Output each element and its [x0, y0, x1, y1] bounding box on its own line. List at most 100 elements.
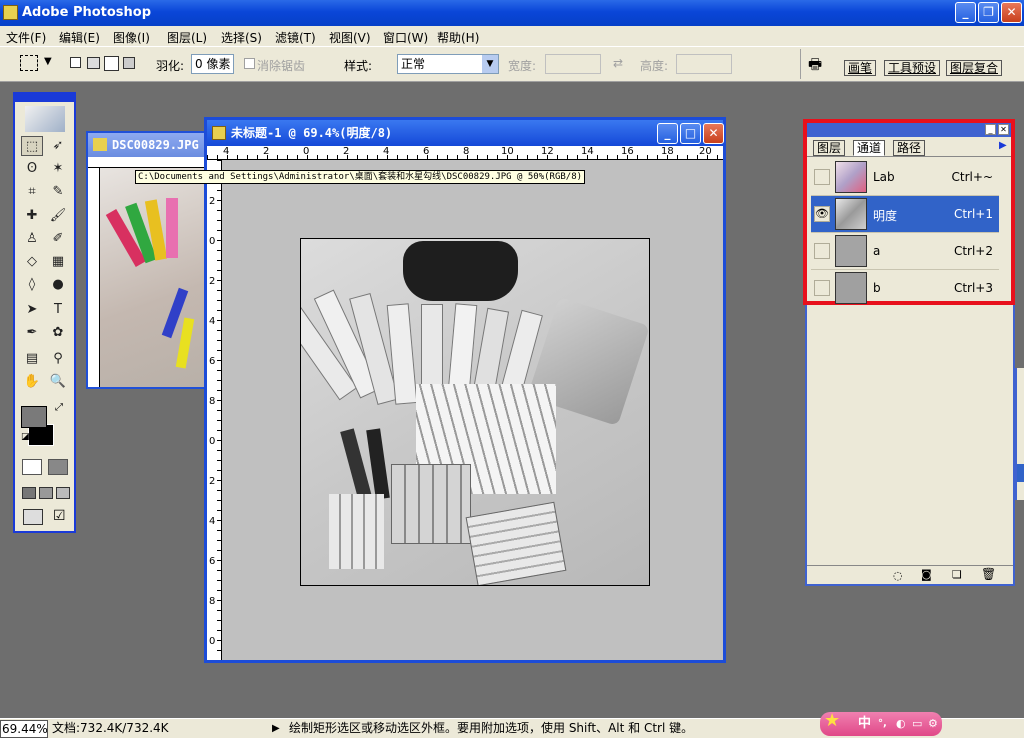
document-front-title[interactable]: 未标题-1 @ 69.4%(明度/8)	[207, 120, 723, 146]
photo-canvas-back[interactable]	[100, 168, 206, 387]
move-tool-icon[interactable]: ➶	[47, 136, 69, 156]
channel-row-lab[interactable]: Lab Ctrl+~	[811, 159, 999, 196]
feather-logo-icon[interactable]	[25, 106, 65, 132]
zoom-field[interactable]: 69.44%	[0, 720, 48, 738]
trash-icon[interactable]: 🗑	[981, 567, 996, 581]
notes-tool-icon[interactable]: ▤	[21, 349, 43, 369]
clone-stamp-tool-icon[interactable]: ♙	[21, 229, 43, 249]
channel-row-a[interactable]: a Ctrl+2	[811, 233, 999, 270]
palette-tab-brushes[interactable]: 画笔	[844, 60, 877, 76]
palette-tab-layer-comps[interactable]: 图层复合	[946, 60, 1003, 76]
marquee-tool-icon[interactable]: ⬚	[21, 136, 43, 156]
menu-image[interactable]: 图像(I)	[113, 29, 150, 46]
eye-icon[interactable]: 👁	[814, 206, 830, 222]
menu-edit[interactable]: 编辑(E)	[59, 29, 100, 46]
restore-button[interactable]: ❐	[978, 2, 999, 23]
zoom-tool-icon[interactable]: 🔍	[47, 372, 69, 392]
panel-menu-arrow-icon[interactable]: ▶	[999, 140, 1007, 151]
ime-toolbar[interactable]: ★ 中 °, ◐ ▭ ⚙	[820, 710, 942, 736]
quickmask-mode-icon[interactable]	[48, 459, 68, 475]
ime-punct-icon[interactable]: °,	[878, 712, 887, 736]
menu-select[interactable]: 选择(S)	[221, 29, 262, 46]
pen-tool-icon[interactable]: ✒	[21, 323, 43, 343]
tab-layers[interactable]: 图层	[813, 140, 846, 156]
printer-icon[interactable]: 🖶	[808, 54, 822, 79]
gradient-tool-icon[interactable]: ▦	[47, 252, 69, 272]
type-tool-icon[interactable]: T	[47, 300, 69, 320]
hand-tool-icon[interactable]: ✋	[21, 372, 43, 392]
lasso-tool-icon[interactable]: ʘ	[21, 159, 43, 179]
slice-tool-icon[interactable]: ✎	[47, 182, 69, 202]
new-channel-icon[interactable]: ❏	[952, 568, 962, 581]
menu-help[interactable]: 帮助(H)	[437, 29, 479, 46]
style-select[interactable]: 正常 ▼	[397, 54, 499, 74]
eyedropper-tool-icon[interactable]: ⚲	[47, 349, 69, 369]
doc-close-button[interactable]: ✕	[703, 123, 724, 144]
doc-maximize-button[interactable]: □	[680, 123, 701, 144]
brush-tool-icon[interactable]: 🖌	[47, 206, 69, 226]
ime-settings-icon[interactable]: ⚙	[928, 712, 938, 736]
load-selection-icon[interactable]: ◌	[893, 569, 903, 582]
photo-canvas-grayscale[interactable]	[300, 238, 650, 586]
save-selection-icon[interactable]: ◙	[921, 568, 932, 581]
width-input[interactable]	[545, 54, 601, 74]
tool-preset-arrow-icon[interactable]: ▼	[44, 56, 52, 67]
chevron-down-icon[interactable]: ▼	[482, 55, 498, 73]
default-colors-icon[interactable]: ◪	[21, 432, 30, 442]
antialias-checkbox[interactable]	[244, 58, 255, 69]
history-brush-tool-icon[interactable]: ✐	[47, 229, 69, 249]
healing-brush-tool-icon[interactable]: ✚	[21, 206, 43, 226]
visibility-toggle[interactable]	[814, 280, 830, 296]
toolbox-header[interactable]	[15, 94, 74, 102]
ruler-horizontal[interactable]: 4 2 0 2 4 6 8 10 12 14 16 18 20	[207, 146, 723, 160]
screen-mode-full-icon[interactable]	[56, 487, 70, 499]
screen-mode-full-menu-icon[interactable]	[39, 487, 53, 499]
panel-close-button[interactable]: ✕	[998, 124, 1009, 135]
tab-channels[interactable]: 通道	[853, 140, 886, 156]
path-selection-tool-icon[interactable]: ➤	[21, 300, 43, 320]
menu-view[interactable]: 视图(V)	[329, 29, 371, 46]
ime-mode-label[interactable]: 中	[858, 712, 871, 736]
status-arrow-icon[interactable]: ▶	[272, 719, 280, 738]
palette-tab-tool-presets[interactable]: 工具预设	[884, 60, 941, 76]
menu-file[interactable]: 文件(F)	[6, 29, 46, 46]
rect-marquee-icon[interactable]	[20, 55, 38, 71]
document-window-front[interactable]: 未标题-1 @ 69.4%(明度/8) _ □ ✕ 4 2 0 2 4 6 8 …	[204, 117, 726, 663]
menu-filter[interactable]: 滤镜(T)	[275, 29, 316, 46]
ruler-vertical[interactable]: 2 0 2 4 6 8 0 2 4 6 8 0	[207, 160, 222, 660]
standard-mode-icon[interactable]	[22, 459, 42, 475]
blur-tool-icon[interactable]: ◊	[21, 275, 43, 295]
magic-wand-tool-icon[interactable]: ✶	[47, 159, 69, 179]
jump-to-imageready-icon[interactable]	[23, 509, 43, 525]
offscreen-palette[interactable]	[1015, 368, 1024, 500]
swap-icon[interactable]: ⇄	[613, 56, 623, 70]
eraser-tool-icon[interactable]: ◇	[21, 252, 43, 272]
visibility-toggle[interactable]	[814, 243, 830, 259]
doc-minimize-button[interactable]: _	[657, 123, 678, 144]
channel-row-b[interactable]: b Ctrl+3	[811, 270, 999, 307]
height-input[interactable]	[676, 54, 732, 74]
menu-window[interactable]: 窗口(W)	[383, 29, 428, 46]
screen-mode-standard-icon[interactable]	[22, 487, 36, 499]
foreground-color-swatch[interactable]	[21, 406, 47, 428]
feather-input[interactable]: 0 像素	[191, 54, 234, 74]
subtract-selection-icon[interactable]	[104, 56, 119, 71]
channel-row-lightness[interactable]: 👁 明度 Ctrl+1	[811, 196, 999, 233]
keyboard-icon[interactable]: ▭	[912, 712, 922, 736]
menu-layer[interactable]: 图层(L)	[167, 29, 207, 46]
visibility-toggle[interactable]	[814, 169, 830, 185]
new-selection-icon[interactable]	[70, 57, 81, 68]
panel-title-bar[interactable]: _ ✕	[807, 123, 1011, 137]
close-button[interactable]: ✕	[1001, 2, 1022, 23]
canvas-pasteboard[interactable]	[222, 160, 723, 660]
add-selection-icon[interactable]	[87, 57, 100, 69]
checkmark-icon[interactable]: ☑	[53, 508, 66, 524]
crop-tool-icon[interactable]: ⌗	[21, 182, 43, 202]
dodge-tool-icon[interactable]: ●	[47, 275, 69, 295]
panel-minimize-button[interactable]: _	[985, 124, 996, 135]
tab-paths[interactable]: 路径	[893, 140, 926, 156]
swap-colors-icon[interactable]: ⤢	[55, 402, 63, 413]
app-title-bar[interactable]: Adobe Photoshop _ ❐ ✕	[0, 0, 1024, 26]
minimize-button[interactable]: _	[955, 2, 976, 23]
custom-shape-tool-icon[interactable]: ✿	[47, 323, 69, 343]
